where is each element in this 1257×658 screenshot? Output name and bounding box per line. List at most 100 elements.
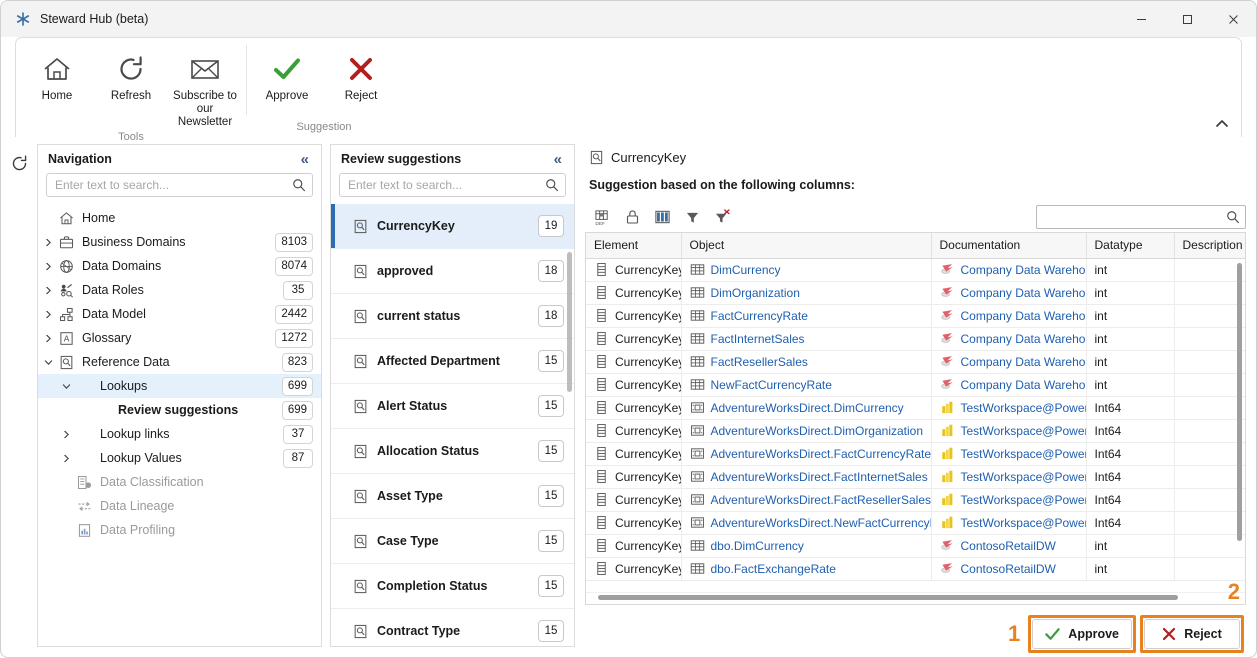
table-row[interactable]: CurrencyKey FactResellerSales Company Data… [586, 350, 1245, 374]
table-row[interactable]: CurrencyKey DimOrganization Company Data W… [586, 281, 1245, 305]
cell-text[interactable]: AdventureWorksDirect.FactResellerSales [711, 493, 931, 507]
refresh-icon[interactable] [10, 154, 29, 657]
nav-item-data-profiling[interactable]: Data Profiling [38, 518, 321, 542]
nav-item-business-domains[interactable]: Business Domains 8103 [38, 230, 321, 254]
cell-text[interactable]: AdventureWorksDirect.FactInternetSales [711, 470, 928, 484]
lock-icon[interactable] [619, 205, 645, 229]
chevron-right-icon[interactable] [40, 238, 56, 247]
nav-item-data-lineage[interactable]: Data Lineage [38, 494, 321, 518]
approve-button[interactable]: Approve [1032, 619, 1132, 649]
navigation-search-input[interactable] [55, 178, 292, 192]
search-icon[interactable] [1226, 210, 1240, 224]
column-header-documentation[interactable]: Documentation [931, 233, 1087, 259]
table-row[interactable]: CurrencyKey AdventureWorksDirect.DimOrgan… [586, 419, 1245, 443]
nav-item-glossary[interactable]: A Glossary 1272 [38, 326, 321, 350]
review-item-approved[interactable]: approved 18 [331, 249, 574, 294]
cell-text[interactable]: dbo.FactExchangeRate [711, 562, 836, 576]
review-item-completion-status[interactable]: Completion Status 15 [331, 564, 574, 609]
cell-text[interactable]: TestWorkspace@PowerBI [961, 447, 1086, 461]
table-row[interactable]: CurrencyKey dbo.FactExchangeRate ContosoRe… [586, 557, 1245, 581]
cell-text[interactable]: ContosoRetailDW [961, 539, 1056, 553]
chevron-up-icon[interactable] [1211, 113, 1233, 133]
column-header-object[interactable]: Object [681, 233, 932, 259]
chevron-down-icon[interactable] [58, 382, 74, 391]
search-icon[interactable] [292, 178, 306, 192]
grid-search-box[interactable] [1036, 205, 1246, 229]
cell-text[interactable]: NewFactCurrencyRate [711, 378, 832, 392]
table-row[interactable]: CurrencyKey dbo.DimCurrency ContosoRetailD… [586, 534, 1245, 558]
table-row[interactable]: CurrencyKey NewFactCurrencyRate Company Da… [586, 373, 1245, 397]
subscribe-newsletter-button[interactable]: Subscribe to our Newsletter [168, 46, 242, 129]
review-searchbox[interactable] [339, 173, 566, 197]
cell-text[interactable]: TestWorkspace@PowerBI [961, 493, 1086, 507]
chevron-right-icon[interactable] [58, 454, 74, 463]
chevron-right-icon[interactable] [40, 262, 56, 271]
refresh-button[interactable]: Refresh [94, 46, 168, 116]
cell-text[interactable]: AdventureWorksDirect.DimOrganization [711, 424, 924, 438]
cell-text[interactable]: TestWorkspace@PowerBI [961, 401, 1086, 415]
cell-text[interactable]: AdventureWorksDirect.NewFactCurrencyRate [711, 516, 931, 530]
table-row[interactable]: CurrencyKey AdventureWorksDirect.NewFactC… [586, 511, 1245, 535]
review-item-currencykey[interactable]: CurrencyKey 19 [331, 204, 574, 249]
nav-item-lookups[interactable]: Lookups 699 [38, 374, 321, 398]
nav-item-data-model[interactable]: Data Model 2442 [38, 302, 321, 326]
table-row[interactable]: CurrencyKey AdventureWorksDirect.FactInte… [586, 465, 1245, 489]
cell-text[interactable]: Company Data Warehouse [961, 378, 1086, 392]
table-row[interactable]: CurrencyKey FactInternetSales Company Data… [586, 327, 1245, 351]
column-header-element[interactable]: Element [586, 233, 682, 259]
table-row[interactable]: CurrencyKey FactCurrencyRate Company Data … [586, 304, 1245, 328]
search-icon[interactable] [545, 178, 559, 192]
cell-text[interactable]: Company Data Warehouse [961, 286, 1086, 300]
cell-text[interactable]: FactInternetSales [711, 332, 805, 346]
close-button[interactable] [1210, 1, 1256, 37]
home-button[interactable]: Home [20, 46, 94, 116]
review-item-alert-status[interactable]: Alert Status 15 [331, 384, 574, 429]
reject-button[interactable]: Reject [1144, 619, 1240, 649]
column-header-description[interactable]: Description [1174, 233, 1245, 259]
chevron-down-icon[interactable] [40, 358, 56, 367]
cell-text[interactable]: TestWorkspace@PowerBI [961, 516, 1086, 530]
navigation-searchbox[interactable] [46, 173, 313, 197]
cell-text[interactable]: Company Data Warehouse [961, 332, 1086, 346]
maximize-button[interactable] [1164, 1, 1210, 37]
cell-text[interactable]: FactCurrencyRate [711, 309, 808, 323]
review-search-input[interactable] [348, 178, 545, 192]
cell-text[interactable]: ContosoRetailDW [961, 562, 1056, 576]
cell-text[interactable]: DimOrganization [711, 286, 800, 300]
grid-horizontal-scrollbar[interactable] [598, 595, 1178, 600]
nav-item-lookup-values[interactable]: Lookup Values 87 [38, 446, 321, 470]
double-chevron-left-icon[interactable]: « [297, 150, 313, 169]
clear-filter-icon[interactable] [709, 205, 735, 229]
table-row[interactable]: CurrencyKey AdventureWorksDirect.FactCurr… [586, 442, 1245, 466]
minimize-button[interactable] [1118, 1, 1164, 37]
nav-item-data-roles[interactable]: Data Roles 35 [38, 278, 321, 302]
review-item-contract-type[interactable]: Contract Type 15 [331, 609, 574, 646]
filter-icon[interactable] [679, 205, 705, 229]
table-row[interactable]: CurrencyKey DimCurrency Company Data Wareh… [586, 258, 1245, 282]
grid-vertical-scrollbar[interactable] [1237, 263, 1242, 541]
cell-text[interactable]: Company Data Warehouse [961, 355, 1086, 369]
columns-icon[interactable] [649, 205, 675, 229]
column-header-datatype[interactable]: Datatype [1086, 233, 1175, 259]
review-item-allocation-status[interactable]: Allocation Status 15 [331, 429, 574, 474]
chevron-right-icon[interactable] [58, 430, 74, 439]
review-list-scrollbar[interactable] [567, 252, 572, 392]
cell-text[interactable]: FactResellerSales [711, 355, 808, 369]
cell-text[interactable]: Company Data Warehouse [961, 263, 1086, 277]
table-row[interactable]: CurrencyKey AdventureWorksDirect.FactRese… [586, 488, 1245, 512]
cell-text[interactable]: Company Data Warehouse [961, 309, 1086, 323]
cell-text[interactable]: DimCurrency [711, 263, 781, 277]
nav-item-lookup-links[interactable]: Lookup links 37 [38, 422, 321, 446]
nav-item-home[interactable]: Home [38, 206, 321, 230]
nav-item-reference-data[interactable]: Reference Data 823 [38, 350, 321, 374]
ribbon-approve-button[interactable]: Approve [250, 46, 324, 116]
chevron-right-icon[interactable] [40, 310, 56, 319]
cell-text[interactable]: TestWorkspace@PowerBI [961, 424, 1086, 438]
cell-text[interactable]: AdventureWorksDirect.FactCurrencyRate [711, 447, 931, 461]
cell-text[interactable]: TestWorkspace@PowerBI [961, 470, 1086, 484]
table-row[interactable]: CurrencyKey AdventureWorksDirect.DimCurre… [586, 396, 1245, 420]
double-chevron-left-icon[interactable]: « [550, 150, 566, 169]
review-item-asset-type[interactable]: Asset Type 15 [331, 474, 574, 519]
review-item-case-type[interactable]: Case Type 15 [331, 519, 574, 564]
cell-text[interactable]: AdventureWorksDirect.DimCurrency [711, 401, 904, 415]
